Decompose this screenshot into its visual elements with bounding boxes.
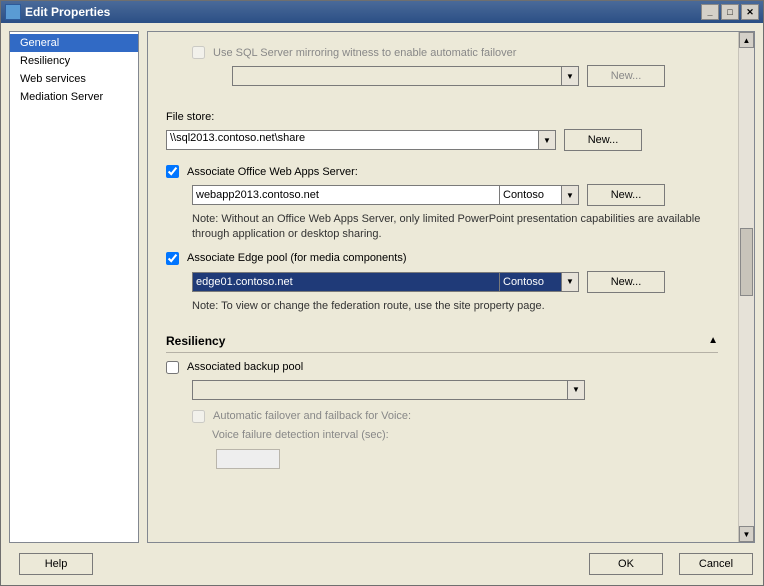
section-resiliency[interactable]: Resiliency ▲: [166, 330, 718, 353]
scrollbar-track[interactable]: [739, 48, 754, 526]
ok-button[interactable]: OK: [589, 553, 663, 575]
filestore-new-button[interactable]: New...: [564, 129, 642, 151]
filestore-combo[interactable]: \\sql2013.contoso.net\share: [166, 130, 539, 150]
chevron-down-icon: ▼: [568, 380, 585, 400]
vertical-scrollbar[interactable]: ▲ ▼: [738, 32, 754, 542]
mirror-checkbox: [192, 46, 205, 59]
edge-pool-org: Contoso: [500, 272, 562, 292]
mirror-checkbox-label: Use SQL Server mirroring witness to enab…: [192, 46, 516, 59]
nav-web-services[interactable]: Web services: [10, 70, 138, 88]
app-icon: [5, 4, 21, 20]
owa-server-combo[interactable]: webapp2013.contoso.net: [192, 185, 500, 205]
edge-checkbox-label[interactable]: Associate Edge pool (for media component…: [166, 252, 407, 265]
backup-pool-text: Associated backup pool: [187, 361, 303, 373]
interval-input: [216, 449, 280, 469]
nav-general[interactable]: General: [10, 34, 138, 52]
owa-note: Note: Without an Office Web Apps Server,…: [192, 212, 718, 242]
nav-mediation-server[interactable]: Mediation Server: [10, 88, 138, 106]
dialog-footer: Help OK Cancel: [1, 547, 763, 585]
owa-checkbox-label[interactable]: Associate Office Web Apps Server:: [166, 165, 358, 178]
help-button[interactable]: Help: [19, 553, 93, 575]
content-panel: Use SQL Server mirroring witness to enab…: [148, 32, 738, 542]
owa-server-org: Contoso: [500, 185, 562, 205]
edge-note: Note: To view or change the federation r…: [192, 299, 718, 314]
edge-new-button[interactable]: New...: [587, 271, 665, 293]
edge-checkbox[interactable]: [166, 252, 179, 265]
maximize-button[interactable]: □: [721, 4, 739, 20]
scroll-up-icon[interactable]: ▲: [739, 32, 754, 48]
owa-new-button[interactable]: New...: [587, 184, 665, 206]
window-title: Edit Properties: [25, 5, 110, 19]
failover-text: Automatic failover and failback for Voic…: [213, 410, 411, 422]
mirror-combo: [232, 66, 562, 86]
category-nav: General Resiliency Web services Mediatio…: [9, 31, 139, 543]
backup-pool-checkbox[interactable]: [166, 361, 179, 374]
minimize-button[interactable]: _: [701, 4, 719, 20]
failover-checkbox-label: Automatic failover and failback for Voic…: [192, 410, 411, 423]
resiliency-title: Resiliency: [166, 334, 225, 348]
backup-pool-checkbox-label[interactable]: Associated backup pool: [166, 361, 303, 374]
filestore-label: File store:: [166, 111, 718, 123]
chevron-down-icon[interactable]: ▼: [562, 272, 579, 292]
chevron-down-icon[interactable]: ▼: [562, 185, 579, 205]
backup-pool-combo: [192, 380, 568, 400]
cancel-button[interactable]: Cancel: [679, 553, 753, 575]
mirror-text: Use SQL Server mirroring witness to enab…: [213, 47, 516, 59]
chevron-down-icon[interactable]: ▼: [539, 130, 556, 150]
edge-label-text: Associate Edge pool (for media component…: [187, 252, 407, 264]
edge-pool-combo[interactable]: edge01.contoso.net: [192, 272, 500, 292]
titlebar: Edit Properties _ □ ✕: [1, 1, 763, 23]
collapse-icon: ▲: [708, 335, 718, 346]
nav-resiliency[interactable]: Resiliency: [10, 52, 138, 70]
scroll-down-icon[interactable]: ▼: [739, 526, 754, 542]
mirror-new-button: New...: [587, 65, 665, 87]
owa-checkbox[interactable]: [166, 165, 179, 178]
interval-label: Voice failure detection interval (sec):: [212, 429, 389, 441]
close-button[interactable]: ✕: [741, 4, 759, 20]
failover-checkbox: [192, 410, 205, 423]
scrollbar-thumb[interactable]: [740, 228, 753, 296]
owa-label-text: Associate Office Web Apps Server:: [187, 166, 358, 178]
chevron-down-icon: ▼: [562, 66, 579, 86]
